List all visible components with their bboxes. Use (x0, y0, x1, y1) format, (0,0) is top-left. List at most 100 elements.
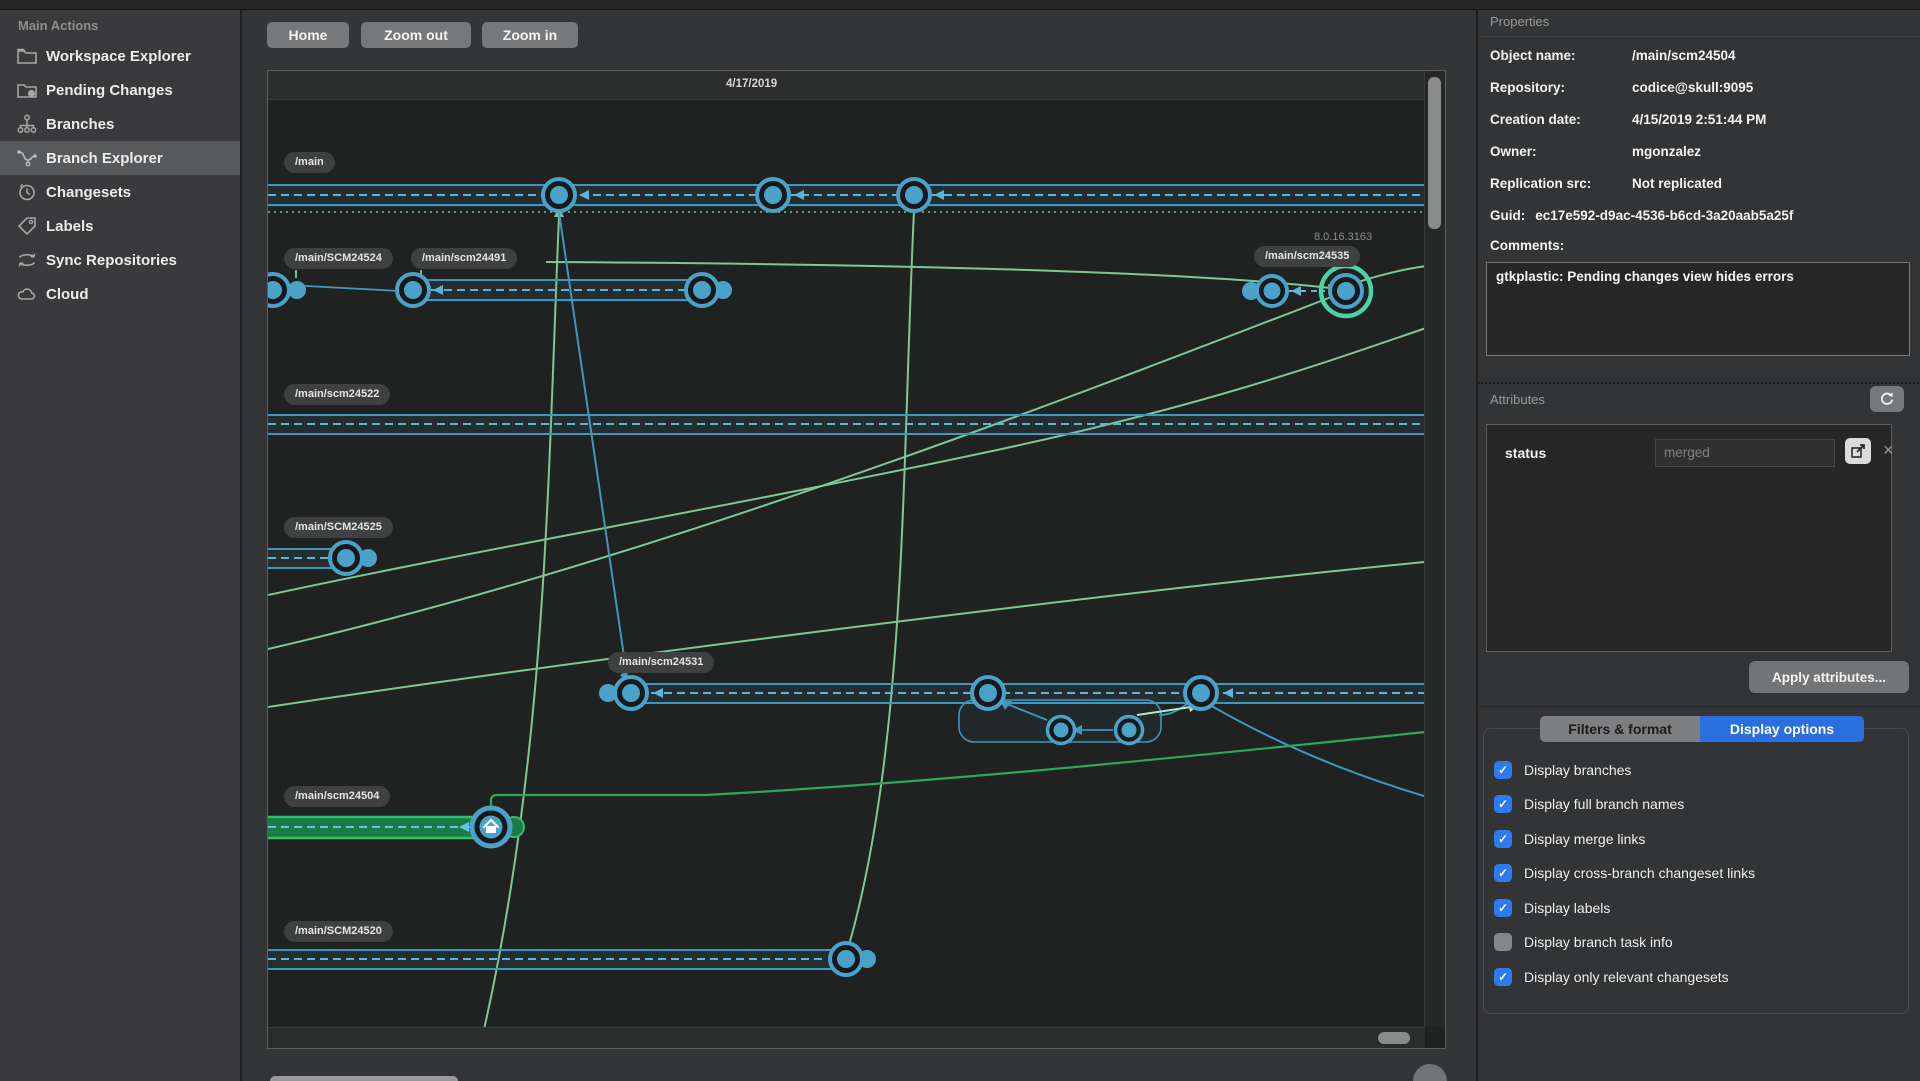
merge-links (268, 207, 1445, 1048)
tab-filters-format[interactable]: Filters & format (1540, 716, 1700, 742)
horizontal-scrollbar[interactable] (268, 1027, 1425, 1048)
prop-label: Guid: (1490, 208, 1526, 223)
sidebar-item-label: Branch Explorer (46, 149, 163, 167)
attribute-value-input[interactable]: merged (1655, 439, 1835, 467)
sidebar-item-label: Pending Changes (46, 81, 173, 99)
sidebar-item-label: Labels (46, 217, 94, 235)
checkbox-icon[interactable] (1494, 968, 1512, 986)
label-tag-icon (17, 217, 36, 236)
apply-attributes-button[interactable]: Apply attributes... (1749, 661, 1909, 693)
prop-creation-date: Creation date: 4/15/2019 2:51:44 PM (1490, 112, 1766, 127)
changeset-node[interactable] (755, 177, 791, 213)
prop-label: Replication src: (1490, 176, 1592, 191)
option-display-branches[interactable]: Display branches (1494, 760, 1631, 780)
sidebar-item-label: Cloud (46, 285, 89, 303)
window-top-strip (0, 0, 1920, 10)
branch-label-scm24524[interactable]: /main/SCM24524 (284, 248, 393, 269)
option-display-branch-task-info[interactable]: Display branch task info (1494, 932, 1673, 952)
prop-value: codice@skull:9095 (1632, 80, 1754, 95)
folder-pending-icon (17, 84, 37, 98)
comments-box[interactable]: gtkplastic: Pending changes view hides e… (1486, 262, 1910, 356)
home-button[interactable]: Home (267, 22, 349, 48)
sync-icon (18, 253, 36, 267)
zoom-in-button[interactable]: Zoom in (482, 22, 578, 48)
prop-label: Repository: (1490, 80, 1566, 95)
branch-label-scm24535[interactable]: /main/scm24535 (1254, 246, 1361, 267)
changeset-node[interactable] (896, 177, 932, 213)
checkbox-icon[interactable] (1494, 830, 1512, 848)
branch-label-scm24531[interactable]: /main/scm24531 (608, 652, 715, 673)
prop-value: /main/scm24504 (1632, 48, 1736, 63)
option-display-cross-branch-links[interactable]: Display cross-branch changeset links (1494, 863, 1755, 883)
changeset-node[interactable] (1045, 714, 1077, 746)
refresh-icon (1881, 392, 1894, 405)
prop-label: Owner: (1490, 144, 1537, 159)
vertical-scrollbar[interactable] (1424, 71, 1445, 1027)
branch-row-scm24531 (599, 683, 1445, 743)
sidebar-item-workspace-explorer[interactable]: Workspace Explorer (0, 39, 240, 73)
sidebar-item-changesets[interactable]: Changesets (0, 175, 240, 209)
prop-value: 4/15/2019 2:51:44 PM (1632, 112, 1767, 127)
changeset-node[interactable] (328, 540, 364, 576)
branches-icon (17, 114, 37, 133)
changeset-node[interactable] (541, 177, 577, 213)
tab-display-options[interactable]: Display options (1700, 716, 1864, 742)
option-display-merge-links[interactable]: Display merge links (1494, 829, 1645, 849)
checkbox-icon[interactable] (1494, 864, 1512, 882)
checkbox-icon[interactable] (1494, 899, 1512, 917)
changeset-node[interactable] (828, 941, 864, 977)
branch-label-scm24522[interactable]: /main/scm24522 (284, 384, 391, 405)
zoom-out-button[interactable]: Zoom out (361, 22, 471, 48)
bottom-toolbar-partial[interactable] (270, 1076, 458, 1081)
sidebar-item-branch-explorer[interactable]: Branch Explorer (0, 141, 240, 175)
branch-diagram-canvas[interactable]: 4/17/2019 8.0.16.3163 /main /main/SCM245… (267, 70, 1446, 1049)
sidebar-item-label: Branches (46, 115, 115, 133)
option-display-labels[interactable]: Display labels (1494, 898, 1610, 918)
vertical-scrollbar-thumb[interactable] (1428, 77, 1441, 229)
prop-label: Object name: (1490, 48, 1576, 63)
checkbox-icon[interactable] (1494, 933, 1512, 951)
sidebar-item-sync-repositories[interactable]: Sync Repositories (0, 243, 240, 277)
changeset-node-selected[interactable] (1318, 263, 1374, 319)
prop-value: ec17e592-d9ac-4536-b6cd-3a20aab5a25f (1535, 208, 1794, 223)
prop-value: mgonzalez (1632, 144, 1702, 159)
horizontal-scrollbar-thumb[interactable] (1378, 1032, 1410, 1044)
sidebar-item-labels[interactable]: Labels (0, 209, 240, 243)
attributes-list: status merged × (1486, 424, 1894, 652)
option-display-only-relevant[interactable]: Display only relevant changesets (1494, 967, 1729, 987)
branch-label-scm24491[interactable]: /main/scm24491 (411, 248, 518, 269)
attributes-title: Attributes (1490, 392, 1545, 407)
sidebar-item-pending-changes[interactable]: Pending Changes (0, 73, 240, 107)
changeset-node[interactable] (268, 272, 291, 308)
workspace-home-node[interactable] (469, 805, 513, 849)
properties-title: Properties (1490, 14, 1550, 29)
changeset-node[interactable] (1183, 675, 1219, 711)
branch-row-scm24491 (287, 270, 732, 302)
prop-repository: Repository: codice@skull:9095 (1490, 80, 1753, 95)
branch-diagram (268, 72, 1445, 1048)
date-header-bar: 4/17/2019 (268, 71, 1424, 100)
floating-button-partial[interactable] (1413, 1064, 1447, 1081)
branch-label-scm24520[interactable]: /main/SCM24520 (284, 921, 393, 942)
changeset-node[interactable] (970, 675, 1006, 711)
sidebar-item-label: Sync Repositories (46, 251, 177, 269)
changeset-node[interactable] (1255, 274, 1289, 308)
sidebar-item-branches[interactable]: Branches (0, 107, 240, 141)
changeset-node[interactable] (613, 675, 649, 711)
sidebar-item-cloud[interactable]: Cloud (0, 277, 240, 311)
delete-attribute-icon[interactable]: × (1883, 441, 1894, 459)
changeset-node[interactable] (1113, 714, 1145, 746)
branch-label-scm24504[interactable]: /main/scm24504 (284, 786, 391, 807)
branch-label-main[interactable]: /main (284, 152, 335, 173)
version-label: 8.0.16.3163 (1314, 231, 1373, 243)
branch-label-scm24525[interactable]: /main/SCM24525 (284, 517, 393, 538)
checkbox-icon[interactable] (1494, 761, 1512, 779)
checkbox-icon[interactable] (1494, 795, 1512, 813)
changesets-icon (19, 183, 35, 201)
edit-attribute-button[interactable] (1845, 438, 1871, 464)
option-display-full-branch-names[interactable]: Display full branch names (1494, 794, 1684, 814)
refresh-button[interactable] (1870, 386, 1904, 412)
changeset-node[interactable] (684, 272, 720, 308)
changeset-node[interactable] (395, 272, 431, 308)
folder-icon (17, 48, 37, 64)
